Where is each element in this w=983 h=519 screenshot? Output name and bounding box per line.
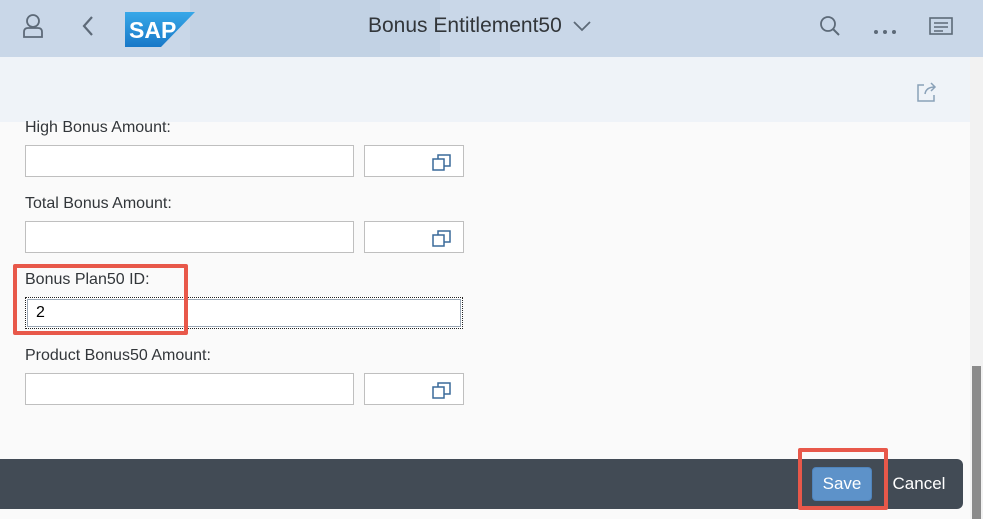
value-help-icon (432, 154, 451, 171)
app-title[interactable]: Bonus Entitlement50 (368, 14, 592, 38)
notifications-button[interactable] (925, 12, 957, 44)
high-bonus-amount-label: High Bonus Amount: (25, 119, 171, 136)
sap-logo[interactable]: SAP (125, 12, 195, 47)
overflow-icon (872, 23, 898, 41)
user-icon (22, 13, 44, 44)
save-highlight (798, 448, 888, 510)
cancel-button[interactable]: Cancel (888, 467, 950, 501)
share-button[interactable] (913, 80, 941, 108)
back-icon (81, 15, 95, 42)
share-icon (916, 81, 938, 108)
high-bonus-amount-input[interactable] (25, 145, 354, 177)
back-button[interactable] (72, 12, 104, 44)
product-bonus-amount-currency[interactable] (364, 373, 464, 405)
product-bonus-amount-input[interactable] (25, 373, 354, 405)
value-help-icon (432, 382, 451, 399)
overflow-button[interactable] (869, 16, 901, 48)
search-button[interactable] (814, 12, 846, 44)
svg-text:SAP: SAP (129, 17, 176, 43)
total-bonus-amount-currency[interactable] (364, 221, 464, 253)
value-help-icon (432, 230, 451, 247)
total-bonus-amount-label: Total Bonus Amount: (25, 195, 172, 212)
page-title: Bonus Entitlement50 (368, 14, 562, 37)
bonus-plan-highlight (13, 264, 188, 335)
menu-icon (929, 16, 953, 41)
user-button[interactable] (17, 12, 49, 44)
high-bonus-amount-currency[interactable] (364, 145, 464, 177)
object-header (0, 57, 970, 122)
search-icon (819, 15, 841, 42)
chevron-down-icon (572, 14, 592, 38)
product-bonus-amount-label: Product Bonus50 Amount: (25, 347, 211, 364)
total-bonus-amount-input[interactable] (25, 221, 354, 253)
scrollbar-thumb[interactable] (972, 366, 981, 519)
